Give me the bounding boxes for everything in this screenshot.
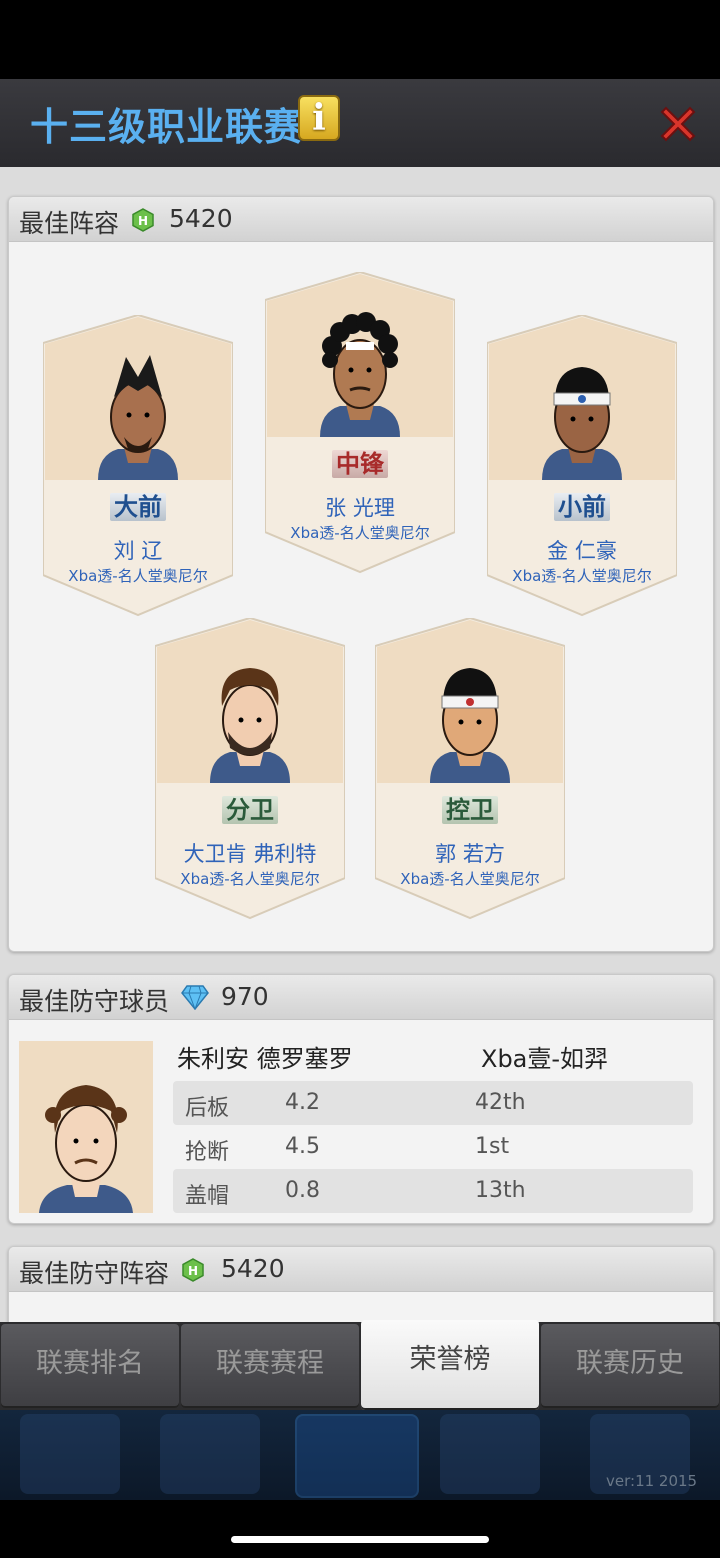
player-name: 张 光理	[325, 496, 395, 520]
player-avatar	[98, 355, 178, 480]
tab-league-ranking[interactable]: 联赛排名	[1, 1324, 179, 1408]
position-badge: 大前	[43, 487, 233, 522]
player-name: 大卫肯 弗利特	[183, 842, 317, 866]
nav-ghost-icon	[295, 1414, 419, 1498]
position-badge: 控卫	[375, 790, 565, 825]
tab-honor-roll[interactable]: 荣誉榜	[361, 1320, 539, 1410]
home-indicator[interactable]	[231, 1536, 489, 1543]
info-icon: i	[312, 97, 326, 139]
svg-text:H: H	[138, 214, 148, 228]
defender-team: Xba壹-如羿	[481, 1045, 609, 1073]
green-hexagon-badge-icon: H	[182, 1258, 204, 1282]
best-defensive-lineup-score: 5420	[221, 1254, 285, 1283]
player-team: Xba透-名人堂奥尼尔	[68, 567, 208, 585]
best-defender-title: 最佳防守球员	[19, 987, 170, 1016]
stat-label: 盖帽	[185, 1184, 230, 1209]
player-avatar	[320, 312, 400, 437]
stat-rank: 42th	[475, 1090, 526, 1115]
tab-league-history[interactable]: 联赛历史	[541, 1324, 719, 1408]
player-avatar	[430, 668, 510, 783]
player-avatar	[210, 668, 290, 783]
nav-ghost-icon	[20, 1414, 120, 1494]
stat-rank: 13th	[475, 1178, 526, 1203]
best-defender-panel: 最佳防守球员 970 朱利安 德罗塞罗 Xba壹-如羿 后板 4.2 42th …	[8, 974, 714, 1224]
stat-row: 抢断 4.5 1st	[173, 1125, 693, 1169]
close-button[interactable]	[656, 102, 700, 146]
tab-league-schedule[interactable]: 联赛赛程	[181, 1324, 359, 1408]
player-card-small-forward[interactable]: 小前 金 仁豪 Xba透-名人堂奥尼尔	[487, 315, 677, 620]
best-defender-score: 970	[221, 982, 269, 1011]
info-button[interactable]: i	[298, 95, 340, 141]
player-card-shooting-guard[interactable]: 分卫 大卫肯 弗利特 Xba透-名人堂奥尼尔	[155, 618, 345, 923]
version-label: ver:11 2015	[606, 1472, 698, 1490]
player-team: Xba透-名人堂奥尼尔	[290, 524, 430, 542]
green-hexagon-badge-icon: H	[132, 208, 154, 232]
stat-rank: 1st	[475, 1134, 510, 1159]
stat-value: 4.2	[285, 1090, 320, 1115]
player-card-point-guard[interactable]: 控卫 郭 若方 Xba透-名人堂奥尼尔	[375, 618, 565, 923]
nav-ghost-icon	[160, 1414, 260, 1494]
stat-label: 后板	[185, 1096, 230, 1121]
stat-row: 盖帽 0.8 13th	[173, 1169, 693, 1213]
position-badge: 中锋	[265, 444, 455, 479]
page-title: 十三级职业联赛	[30, 105, 304, 149]
defender-portrait[interactable]	[19, 1041, 153, 1213]
player-avatar	[542, 367, 622, 480]
player-name: 刘 辽	[113, 539, 163, 563]
best-lineup-title: 最佳阵容	[19, 209, 120, 238]
position-badge: 分卫	[155, 790, 345, 825]
position-badge: 小前	[487, 487, 677, 522]
player-card-power-forward[interactable]: 大前 刘 辽 Xba透-名人堂奥尼尔	[43, 315, 233, 620]
best-defensive-lineup-panel: 最佳防守阵容 H 5420	[8, 1246, 714, 1323]
stat-value: 4.5	[285, 1134, 320, 1159]
player-team: Xba透-名人堂奥尼尔	[512, 567, 652, 585]
player-card-center[interactable]: 中锋 张 光理 Xba透-名人堂奥尼尔	[265, 272, 455, 577]
best-lineup-header: 最佳阵容 H 5420	[9, 197, 713, 242]
player-avatar	[39, 1085, 133, 1213]
diamond-icon	[181, 985, 209, 1010]
best-defender-header: 最佳防守球员 970	[9, 975, 713, 1020]
nav-ghost-icon	[440, 1414, 540, 1494]
player-team: Xba透-名人堂奥尼尔	[400, 870, 540, 888]
player-name: 金 仁豪	[547, 539, 617, 563]
best-defensive-lineup-header: 最佳防守阵容 H 5420	[9, 1247, 713, 1292]
stat-label: 抢断	[185, 1140, 230, 1165]
player-name: 郭 若方	[435, 842, 505, 866]
defender-name: 朱利安 德罗塞罗	[177, 1045, 353, 1073]
stat-value: 0.8	[285, 1178, 320, 1203]
stat-row: 后板 4.2 42th	[173, 1081, 693, 1125]
svg-text:H: H	[188, 1264, 198, 1278]
best-lineup-score: 5420	[169, 204, 233, 233]
best-defensive-lineup-title: 最佳防守阵容	[19, 1259, 170, 1288]
player-team: Xba透-名人堂奥尼尔	[180, 870, 320, 888]
close-x-icon	[660, 106, 696, 142]
